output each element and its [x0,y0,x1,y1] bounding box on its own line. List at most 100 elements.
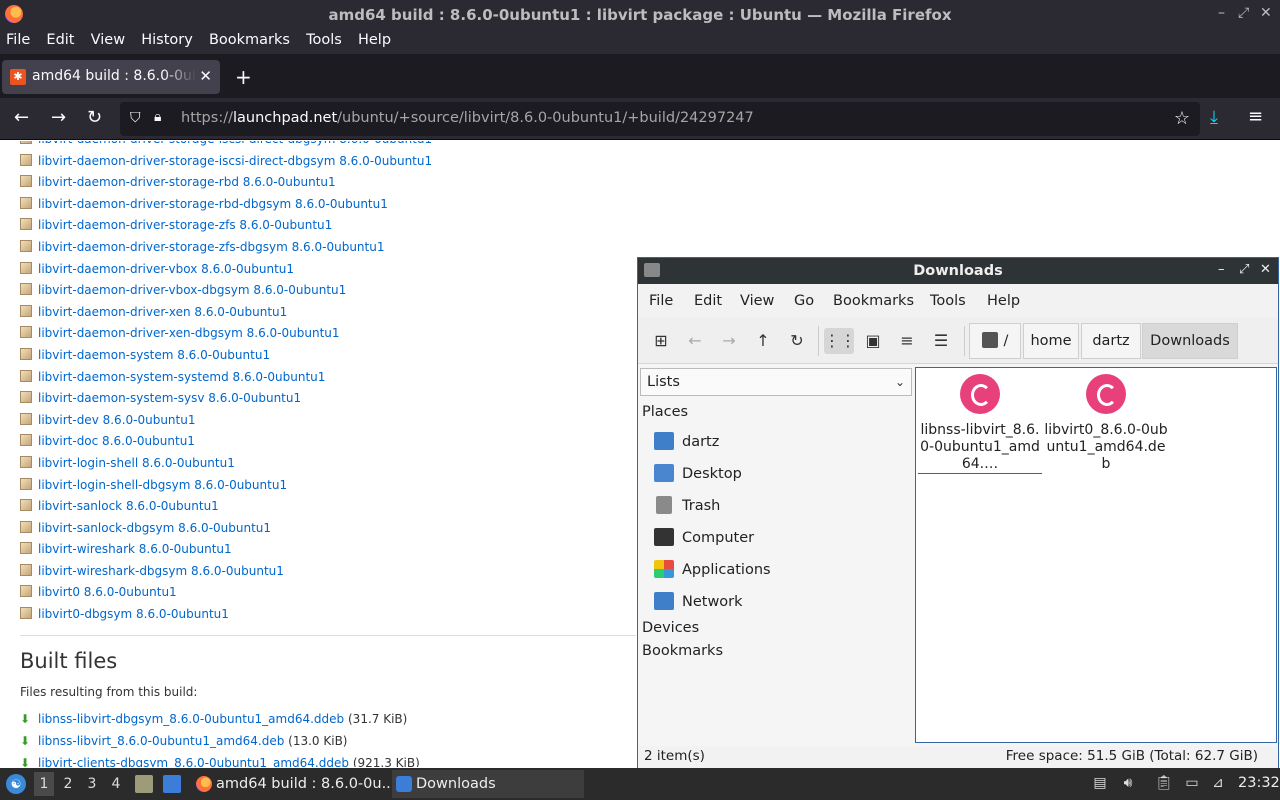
menu-bookmarks[interactable]: Bookmarks [209,29,290,48]
forward-icon[interactable]: → [51,107,66,128]
package-link[interactable]: libvirt0-dbgsym 8.6.0-0ubuntu1 [38,607,229,621]
tab-close-icon[interactable]: ✕ [199,67,212,85]
package-item: libvirt-doc 8.6.0-0ubuntu1 [20,431,432,453]
workspace-4[interactable]: 4 [106,776,126,792]
fm-back-icon[interactable]: ← [680,328,710,354]
detailed-list-view-icon[interactable]: ☰ [926,328,956,354]
package-link[interactable]: libvirt-daemon-driver-storage-zfs-dbgsym… [38,240,384,254]
network-wifi-icon[interactable]: ⊿ [1209,775,1227,793]
thumbnail-view-icon[interactable]: ▣ [858,328,888,354]
task-firefox[interactable]: amd64 build : 8.6.0-0u... [192,770,395,798]
package-link[interactable]: libvirt-daemon-driver-storage-rbd-dbgsym… [38,197,388,211]
minimize-icon[interactable]: – [1218,5,1225,21]
menu-edit[interactable]: Edit [46,29,74,48]
new-tab-icon[interactable]: + [235,65,252,89]
display-icon[interactable]: ▭ [1183,775,1201,793]
icon-view-icon[interactable]: ⋮⋮ [824,328,856,354]
fm-close-icon[interactable]: ✕ [1260,262,1271,277]
package-link[interactable]: libvirt-dev 8.6.0-0ubuntu1 [38,413,195,427]
package-link[interactable]: libvirt-daemon-driver-xen-dbgsym 8.6.0-0… [38,326,340,340]
package-link[interactable]: libvirt-daemon-driver-vbox-dbgsym 8.6.0-… [38,283,346,297]
menu-view[interactable]: View [91,29,125,48]
compact-view-icon[interactable]: ≡ [892,328,922,354]
package-link[interactable]: libvirt-daemon-driver-storage-iscsi-dire… [38,154,432,168]
hamburger-menu-icon[interactable]: ≡ [1248,106,1263,127]
workspace-1[interactable]: 1 [34,772,54,796]
start-menu-icon[interactable]: ☯ [6,774,26,794]
reload-icon[interactable]: ↻ [87,107,102,128]
new-tab-folder-icon[interactable]: ⊞ [646,328,676,354]
desktop-launcher-icon[interactable] [163,775,181,793]
back-icon[interactable]: ← [14,107,29,128]
sidebar-mode-select[interactable]: Lists ⌄ [640,368,912,396]
place-trash[interactable]: Trash [654,494,910,518]
path-root-button[interactable]: / [969,323,1021,359]
package-link[interactable]: libvirt-login-shell-dbgsym 8.6.0-0ubuntu… [38,478,287,492]
bookmark-star-icon[interactable]: ☆ [1174,108,1190,129]
menu-help[interactable]: Help [358,29,391,48]
package-link[interactable]: libvirt-login-shell 8.6.0-0ubuntu1 [38,456,235,470]
package-link[interactable]: libvirt-daemon-driver-storage-zfs 8.6.0-… [38,218,332,232]
menu-tools[interactable]: Tools [306,29,342,48]
fm-file-view[interactable]: libnss-libvirt_8.6.0-0ubuntu1_amd64.… li… [915,367,1277,743]
workspace-2[interactable]: 2 [58,776,78,792]
tab-launchpad[interactable]: ✱ amd64 build : 8.6.0-0ubuntu1 : libvirt… [2,60,220,94]
fm-maximize-icon[interactable]: ⤢ [1239,262,1249,277]
url-text[interactable]: https://launchpad.net/ubuntu/+source/lib… [181,110,754,126]
file-item[interactable]: libnss-libvirt_8.6.0-0ubuntu1_amd64.… [918,374,1042,474]
built-file-link[interactable]: libvirt-clients-dbgsym_8.6.0-0ubuntu1_am… [38,756,349,767]
path-home-button[interactable]: home [1023,323,1079,359]
fm-up-icon[interactable]: ↑ [748,328,778,354]
file-item[interactable]: libvirt0_8.6.0-0ubuntu1_amd64.deb [1044,374,1168,473]
volume-icon[interactable]: 🔊︎ [1119,775,1137,793]
fm-menu-file[interactable]: File [649,293,673,309]
fm-forward-icon[interactable]: → [714,328,744,354]
package-link[interactable]: libvirt-daemon-system 8.6.0-0ubuntu1 [38,348,270,362]
menu-history[interactable]: History [141,29,193,48]
package-link[interactable]: libvirt-wireshark 8.6.0-0ubuntu1 [38,542,232,556]
fm-menu-view[interactable]: View [740,293,774,309]
path-dartz-button[interactable]: dartz [1081,323,1141,359]
package-link[interactable]: libvirt-sanlock 8.6.0-0ubuntu1 [38,499,219,513]
package-link[interactable]: libvirt-doc 8.6.0-0ubuntu1 [38,434,195,448]
tracking-shield-icon[interactable]: ⛉ [130,110,141,126]
package-link[interactable]: libvirt-daemon-driver-vbox 8.6.0-0ubuntu… [38,262,294,276]
file-manager-launcher-icon[interactable] [135,775,153,793]
maximize-icon[interactable]: ⤢ [1238,5,1249,21]
fm-menu-go[interactable]: Go [794,293,814,309]
place-computer[interactable]: Computer [654,526,910,550]
fm-menu-tools[interactable]: Tools [930,293,966,309]
package-link[interactable]: libvirt-daemon-driver-xen 8.6.0-0ubuntu1 [38,305,287,319]
place-home[interactable]: dartz [654,430,910,454]
built-file-link[interactable]: libnss-libvirt-dbgsym_8.6.0-0ubuntu1_amd… [38,712,344,726]
fm-minimize-icon[interactable]: – [1218,262,1225,277]
task-downloads[interactable]: Downloads [392,770,584,798]
package-link[interactable]: libvirt-daemon-system-sysv 8.6.0-0ubuntu… [38,391,301,405]
fm-reload-icon[interactable]: ↻ [782,328,812,354]
package-link[interactable]: libvirt0 8.6.0-0ubuntu1 [38,585,177,599]
place-desktop[interactable]: Desktop [654,462,910,486]
menu-file[interactable]: File [6,29,30,48]
workspace-3[interactable]: 3 [82,776,102,792]
downloads-icon[interactable]: ⤓ [1210,107,1218,128]
devices-heading[interactable]: Devices [642,620,699,636]
fm-menu-edit[interactable]: Edit [694,293,722,309]
package-link[interactable]: libvirt-sanlock-dbgsym 8.6.0-0ubuntu1 [38,521,271,535]
close-icon[interactable]: ✕ [1260,5,1272,21]
package-link[interactable]: libvirt-wireshark-dbgsym 8.6.0-0ubuntu1 [38,564,284,578]
package-link[interactable]: libvirt-daemon-driver-storage-iscsi-dire… [38,141,432,146]
bookmarks-heading[interactable]: Bookmarks [642,643,723,659]
fm-menu-bookmarks[interactable]: Bookmarks [833,293,914,309]
built-file-item: ⬇ libnss-libvirt-dbgsym_8.6.0-0ubuntu1_am… [20,708,420,730]
package-link[interactable]: libvirt-daemon-system-systemd 8.6.0-0ubu… [38,370,325,384]
path-downloads-button[interactable]: Downloads [1142,323,1238,359]
lock-icon[interactable]: 🔒︎ [154,109,161,125]
place-network[interactable]: Network [654,590,910,614]
package-link[interactable]: libvirt-daemon-driver-storage-rbd 8.6.0-… [38,175,336,189]
url-bar[interactable]: ⛉ 🔒︎ https://launchpad.net/ubuntu/+sourc… [120,102,1200,136]
tray-storage-icon[interactable]: ▤ [1091,775,1109,793]
built-file-link[interactable]: libnss-libvirt_8.6.0-0ubuntu1_amd64.deb [38,734,284,748]
fm-menu-help[interactable]: Help [987,293,1020,309]
place-applications[interactable]: Applications [654,558,910,582]
clipboard-icon[interactable]: 📋︎ [1155,775,1173,793]
